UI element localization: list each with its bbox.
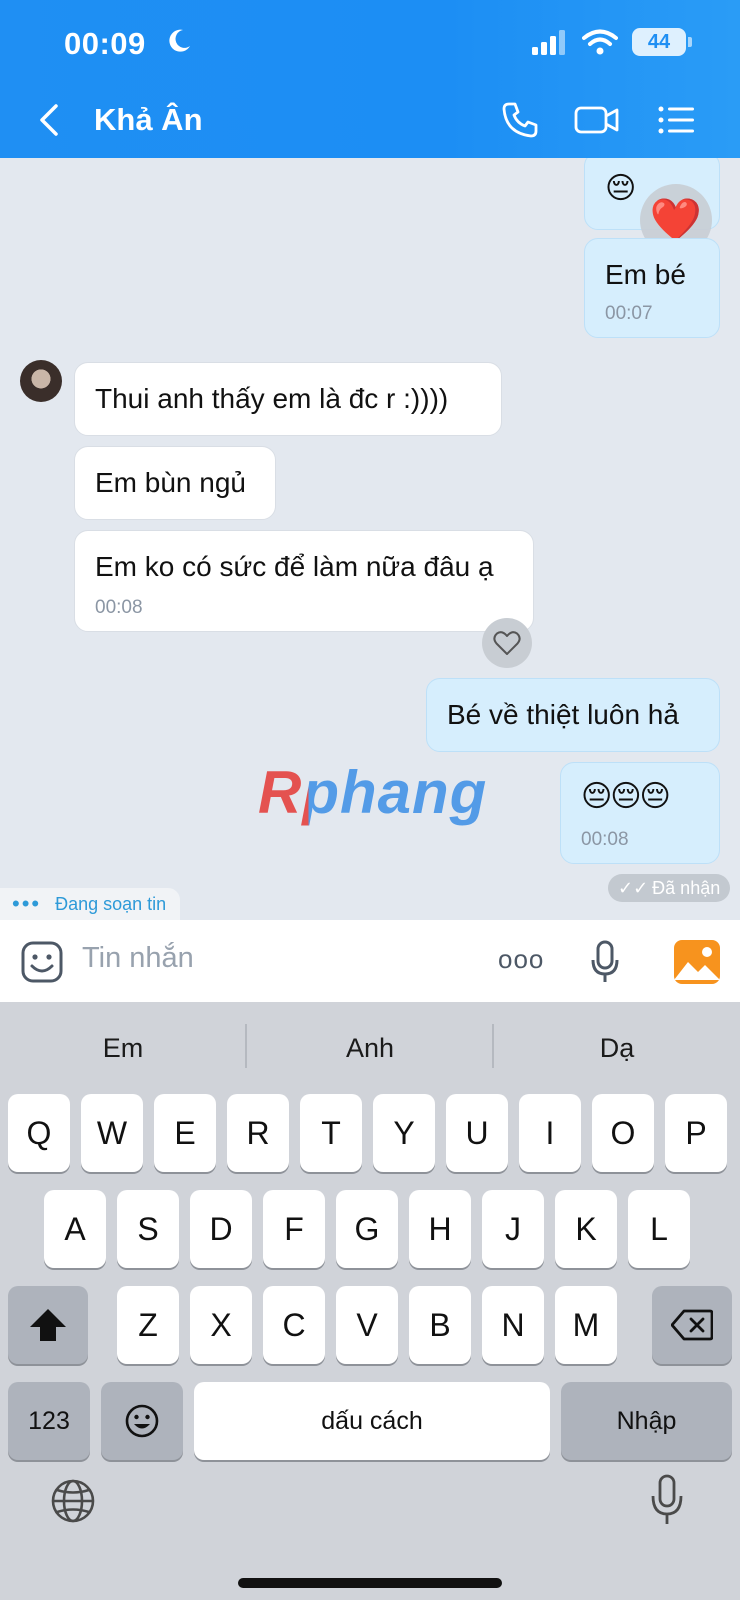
contact-name[interactable]: Khả Ân bbox=[94, 102, 203, 138]
key-l[interactable]: L bbox=[628, 1190, 690, 1268]
dictation-mic-icon[interactable] bbox=[650, 1474, 684, 1526]
message-bubble-outgoing[interactable]: 😔😔😔 00:08 bbox=[560, 762, 720, 864]
keyboard: Em Anh Dạ Q W E R T Y U I O P A S D F G … bbox=[0, 1002, 740, 1600]
image-gallery-icon[interactable] bbox=[674, 940, 720, 984]
message-text: Thui anh thấy em là đc r :)))) bbox=[95, 383, 449, 414]
key-w[interactable]: W bbox=[81, 1094, 143, 1172]
backspace-icon bbox=[671, 1309, 713, 1341]
received-status-text: Đã nhận bbox=[652, 877, 721, 898]
return-key[interactable]: Nhập bbox=[561, 1382, 732, 1460]
message-text: Bé về thiệt luôn hả bbox=[447, 699, 679, 730]
key-p[interactable]: P bbox=[665, 1094, 727, 1172]
key-z[interactable]: Z bbox=[117, 1286, 179, 1364]
message-time: 00:08 bbox=[581, 829, 629, 850]
key-f[interactable]: F bbox=[263, 1190, 325, 1268]
moon-icon bbox=[169, 29, 190, 52]
key-i[interactable]: I bbox=[519, 1094, 581, 1172]
message-text: Em bé bbox=[605, 259, 686, 290]
message-bubble-outgoing[interactable]: Bé về thiệt luôn hả bbox=[426, 678, 720, 752]
photo-icon bbox=[674, 947, 720, 980]
status-indicators: 44 bbox=[532, 28, 692, 56]
suggestion-item[interactable]: Dạ bbox=[494, 1002, 740, 1094]
message-bubble-incoming[interactable]: Em ko có sức để làm nữa đâu ạ 00:08 bbox=[74, 530, 534, 632]
typing-indicator: ••• Đang soạn tin bbox=[0, 888, 181, 920]
suggestion-item[interactable]: Em bbox=[0, 1002, 246, 1094]
key-q[interactable]: Q bbox=[8, 1094, 70, 1172]
status-time: 00:09 bbox=[64, 26, 146, 61]
key-s[interactable]: S bbox=[117, 1190, 179, 1268]
emoji-face-icon bbox=[125, 1404, 159, 1438]
heart-outline-icon bbox=[493, 631, 521, 655]
key-x[interactable]: X bbox=[190, 1286, 252, 1364]
space-key[interactable]: dấu cách bbox=[194, 1382, 550, 1460]
message-bubble-incoming[interactable]: Thui anh thấy em là đc r :)))) bbox=[74, 362, 502, 436]
key-o[interactable]: O bbox=[592, 1094, 654, 1172]
message-time: 00:07 bbox=[605, 303, 653, 324]
key-n[interactable]: N bbox=[482, 1286, 544, 1364]
key-r[interactable]: R bbox=[227, 1094, 289, 1172]
key-t[interactable]: T bbox=[300, 1094, 362, 1172]
menu-list-icon[interactable] bbox=[656, 100, 696, 140]
message-input-bar: Tin nhắn ooo bbox=[0, 920, 740, 1002]
like-reaction-button[interactable] bbox=[482, 618, 532, 668]
key-b[interactable]: B bbox=[409, 1286, 471, 1364]
emoji-key[interactable] bbox=[101, 1382, 183, 1460]
avatar[interactable] bbox=[20, 360, 62, 402]
shift-arrow-icon bbox=[30, 1309, 66, 1341]
watermark-logo: Rphang bbox=[258, 759, 488, 826]
message-text: Em ko có sức để làm nữa đâu ạ bbox=[95, 551, 494, 582]
message-text: 😔😔😔 bbox=[581, 780, 671, 813]
message-bubble-incoming[interactable]: Em bùn ngủ bbox=[74, 446, 276, 520]
message-input[interactable]: Tin nhắn bbox=[82, 942, 194, 975]
message-text: 😔 bbox=[605, 172, 637, 205]
key-v[interactable]: V bbox=[336, 1286, 398, 1364]
message-time: 00:08 bbox=[95, 597, 143, 618]
double-check-icon: ✓✓ bbox=[618, 877, 649, 898]
key-g[interactable]: G bbox=[336, 1190, 398, 1268]
key-c[interactable]: C bbox=[263, 1286, 325, 1364]
chat-header: 00:09 44 Khả Ân bbox=[0, 0, 740, 158]
numbers-key[interactable]: 123 bbox=[8, 1382, 90, 1460]
battery-indicator: 44 bbox=[632, 28, 692, 56]
shift-key[interactable] bbox=[8, 1286, 88, 1364]
video-call-icon[interactable] bbox=[574, 100, 620, 140]
back-arrow-icon[interactable] bbox=[34, 100, 64, 140]
home-indicator bbox=[238, 1578, 502, 1588]
message-text: Em bùn ngủ bbox=[95, 467, 246, 498]
more-options-icon[interactable]: ooo bbox=[498, 944, 544, 975]
key-u[interactable]: U bbox=[446, 1094, 508, 1172]
phone-call-icon[interactable] bbox=[500, 100, 540, 140]
typing-status-text: Đang soạn tin bbox=[55, 893, 167, 914]
globe-icon[interactable] bbox=[50, 1478, 96, 1524]
signal-icon bbox=[532, 30, 565, 55]
wifi-icon bbox=[582, 29, 618, 55]
backspace-key[interactable] bbox=[652, 1286, 732, 1364]
key-h[interactable]: H bbox=[409, 1190, 471, 1268]
key-j[interactable]: J bbox=[482, 1190, 544, 1268]
key-y[interactable]: Y bbox=[373, 1094, 435, 1172]
key-a[interactable]: A bbox=[44, 1190, 106, 1268]
sticker-icon[interactable] bbox=[20, 940, 64, 984]
typing-dots-icon: ••• bbox=[12, 891, 42, 916]
key-m[interactable]: M bbox=[555, 1286, 617, 1364]
key-e[interactable]: E bbox=[154, 1094, 216, 1172]
chat-area[interactable]: 😔 ❤️ Em bé 00:07 Thui anh thấy em là đc … bbox=[0, 158, 740, 920]
message-bubble-outgoing[interactable]: Em bé 00:07 bbox=[584, 238, 720, 338]
suggestion-item[interactable]: Anh bbox=[247, 1002, 493, 1094]
key-k[interactable]: K bbox=[555, 1190, 617, 1268]
microphone-icon[interactable] bbox=[590, 940, 620, 984]
key-d[interactable]: D bbox=[190, 1190, 252, 1268]
received-status-badge: ✓✓ Đã nhận bbox=[608, 874, 731, 902]
